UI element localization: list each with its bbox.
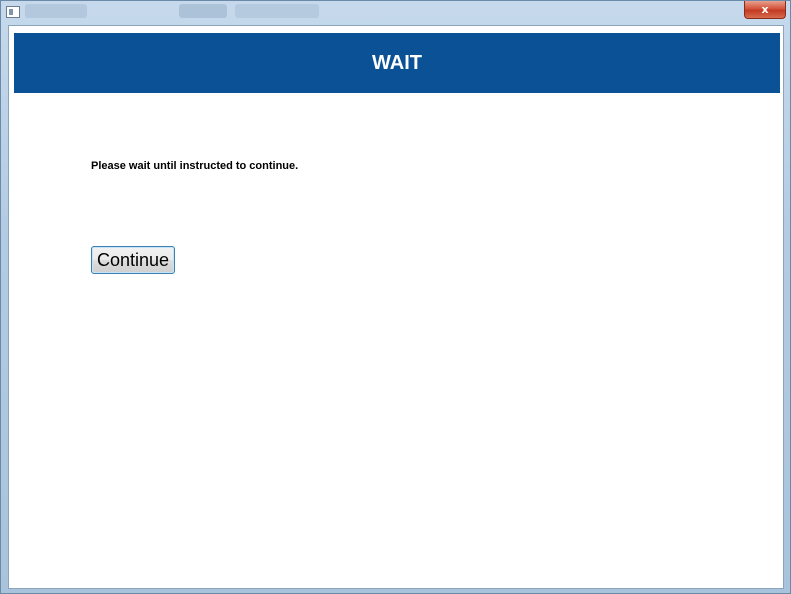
blurred-taskbar-area <box>179 4 227 18</box>
blurred-title-text <box>25 4 87 18</box>
continue-button[interactable]: Continue <box>91 246 176 274</box>
app-icon <box>6 6 20 18</box>
app-window: x WAIT Please wait until instructed to c… <box>0 0 791 594</box>
page-title: WAIT <box>14 33 780 93</box>
instruction-text: Please wait until instructed to continue… <box>91 160 299 172</box>
close-button[interactable]: x <box>744 1 786 19</box>
blurred-taskbar-area <box>235 4 319 18</box>
window-titlebar[interactable]: x <box>1 1 790 25</box>
content-area: WAIT Please wait until instructed to con… <box>8 25 784 589</box>
